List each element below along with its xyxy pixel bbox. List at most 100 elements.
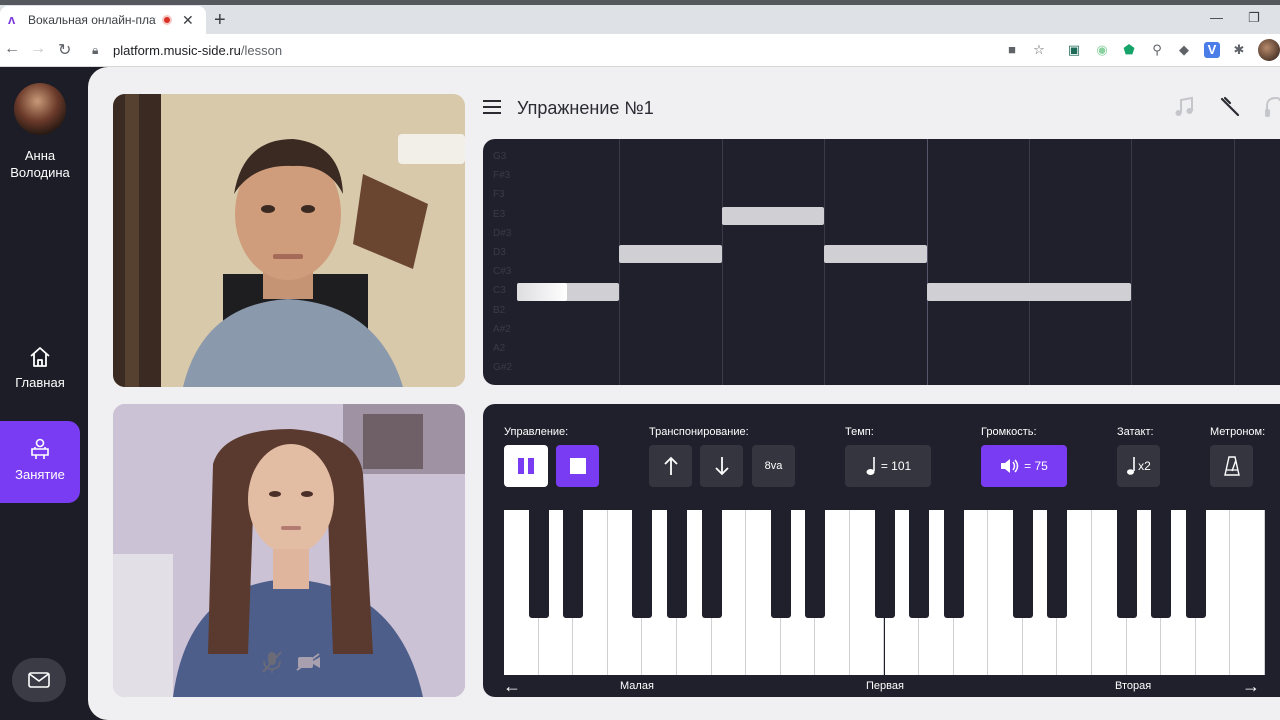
volume-label: Громкость: [981,426,1037,438]
sidebar-item-label: Главная [15,375,65,390]
maximize-window-icon[interactable]: ❐ [1248,10,1260,26]
transpose-down-button[interactable] [700,445,743,487]
keyboard-scroll-right-button[interactable]: → [1242,676,1260,697]
tempo-label: Темп: [845,426,874,438]
home-icon [30,347,50,367]
app: Анна Володина Главная Занятие Упражнение… [0,67,1280,720]
keyboard-scroll-left-button[interactable]: ← [503,676,521,697]
black-key[interactable] [666,510,687,618]
white-key[interactable] [1230,510,1265,675]
black-key[interactable] [805,510,826,618]
menu-icon[interactable] [482,98,502,116]
browser-address-bar: ← → ↻ 🔒︎ platform.music-side.ru/lesson ■… [0,34,1280,67]
url-host: platform.music-side.ru [113,43,241,58]
count-in-value: x2 [1138,459,1151,473]
control-label: Управление: [504,426,569,438]
tempo-button[interactable]: = 101 [845,445,931,487]
volume-button[interactable]: = 75 [981,445,1067,487]
piano-roll-note-label: G#2 [493,362,512,374]
tuning-fork-icon[interactable] [1218,95,1242,119]
user-avatar[interactable] [14,83,66,135]
forward-button[interactable]: → [30,40,46,58]
user-last-name: Володина [10,165,70,180]
sidebar-item-home[interactable]: Главная [0,345,80,401]
close-tab-icon[interactable]: ✕ [182,12,194,29]
browser-profile-avatar[interactable] [1258,39,1280,61]
black-key[interactable] [632,510,653,618]
extension-icon-2[interactable]: ◉ [1094,42,1110,58]
black-key[interactable] [943,510,964,618]
extensions-puzzle-icon[interactable]: ✱ [1231,42,1247,58]
back-button[interactable]: ← [4,40,20,58]
site-favicon-icon: ᴧ [8,12,16,27]
piano-roll-note-label: D#3 [493,227,512,239]
pause-icon [518,458,534,474]
reload-button[interactable]: ↻ [58,40,71,60]
messages-button[interactable] [12,658,66,702]
user-name: Анна Володина [0,147,80,181]
black-key[interactable] [909,510,930,618]
sidebar-item-lesson[interactable]: Занятие [0,421,80,503]
octave-shift-button[interactable]: 8va [752,445,795,487]
piano-roll-note[interactable] [926,283,1132,302]
browser-tab[interactable]: ᴧ Вокальная онлайн-платфор ✕ [0,6,206,34]
video-frame-teacher [113,94,465,387]
transpose-label: Транспонирование: [649,426,749,438]
piano-roll-beat-line [721,139,723,385]
piano-keyboard[interactable] [504,510,1265,675]
video-frame-student [113,404,465,697]
bookmark-star-icon[interactable]: ☆ [1031,42,1047,58]
main-content: Упражнение №1 G3 F#3 F3 E3 D#3 D3 C#3 C3 B2 A#2 A2… [88,67,1280,720]
camera-off-icon[interactable] [295,652,323,672]
v-extension-icon[interactable]: V [1204,42,1220,58]
cube-extension-icon[interactable]: ◆ [1176,42,1192,58]
piano-roll-note-label: E3 [493,208,506,220]
piano-roll-note[interactable] [619,245,722,263]
piano-roll-note-label: A#2 [493,323,511,335]
black-key[interactable] [563,510,584,618]
octave-value: 8va [764,460,783,472]
browser-tabbar: ᴧ Вокальная онлайн-платфор ✕ + — ❐ [0,0,1280,34]
piano-roll-beat-line [926,139,928,385]
headphones-icon[interactable] [1264,95,1280,119]
piano-roll-note[interactable] [721,206,825,225]
black-key[interactable] [1012,510,1033,618]
black-key[interactable] [1185,510,1206,618]
black-key[interactable] [528,510,549,618]
speaker-icon [1001,459,1019,473]
quarter-note-icon [1127,457,1135,475]
key-extension-icon[interactable]: ⚲ [1149,42,1165,58]
black-key[interactable] [1047,510,1068,618]
music-note-icon[interactable] [1172,95,1196,119]
piano-roll-note-label: F3 [493,189,505,201]
new-tab-button[interactable]: + [214,9,226,32]
piano-roll[interactable]: G3 F#3 F3 E3 D#3 D3 C#3 C3 B2 A#2 A2 G#2 [483,139,1280,385]
black-key[interactable] [1116,510,1137,618]
play-pause-button[interactable] [504,445,548,487]
playback-panel: Управление: Транспонирование: Темп: Гром… [483,404,1280,697]
video-feed-local [113,404,465,697]
mic-muted-icon[interactable] [260,649,284,675]
piano-roll-beat-line [1131,139,1133,385]
black-key[interactable] [770,510,791,618]
metronome-label: Метроном: [1210,426,1266,438]
camera-icon[interactable]: ■ [1004,42,1020,58]
lock-icon[interactable]: 🔒︎ [92,43,98,58]
piano-roll-note[interactable] [824,245,927,263]
black-key[interactable] [874,510,895,618]
user-first-name: Анна [24,148,56,163]
piano-roll-note-label: B2 [493,304,506,316]
shield-extension-icon[interactable]: ⬟ [1121,42,1137,58]
count-in-button[interactable]: x2 [1117,445,1160,487]
black-key[interactable] [701,510,722,618]
metronome-button[interactable] [1210,445,1253,487]
minimize-window-icon[interactable]: — [1210,10,1223,25]
metronome-icon [1223,456,1240,476]
piano-roll-note-label: A2 [493,343,506,354]
transpose-up-button[interactable] [649,445,692,487]
url-field[interactable]: platform.music-side.ru/lesson [113,43,282,58]
piano-roll-note-label: F#3 [493,170,511,182]
extension-icon-1[interactable]: ▣ [1066,42,1082,58]
black-key[interactable] [1151,510,1172,618]
stop-button[interactable] [556,445,599,487]
